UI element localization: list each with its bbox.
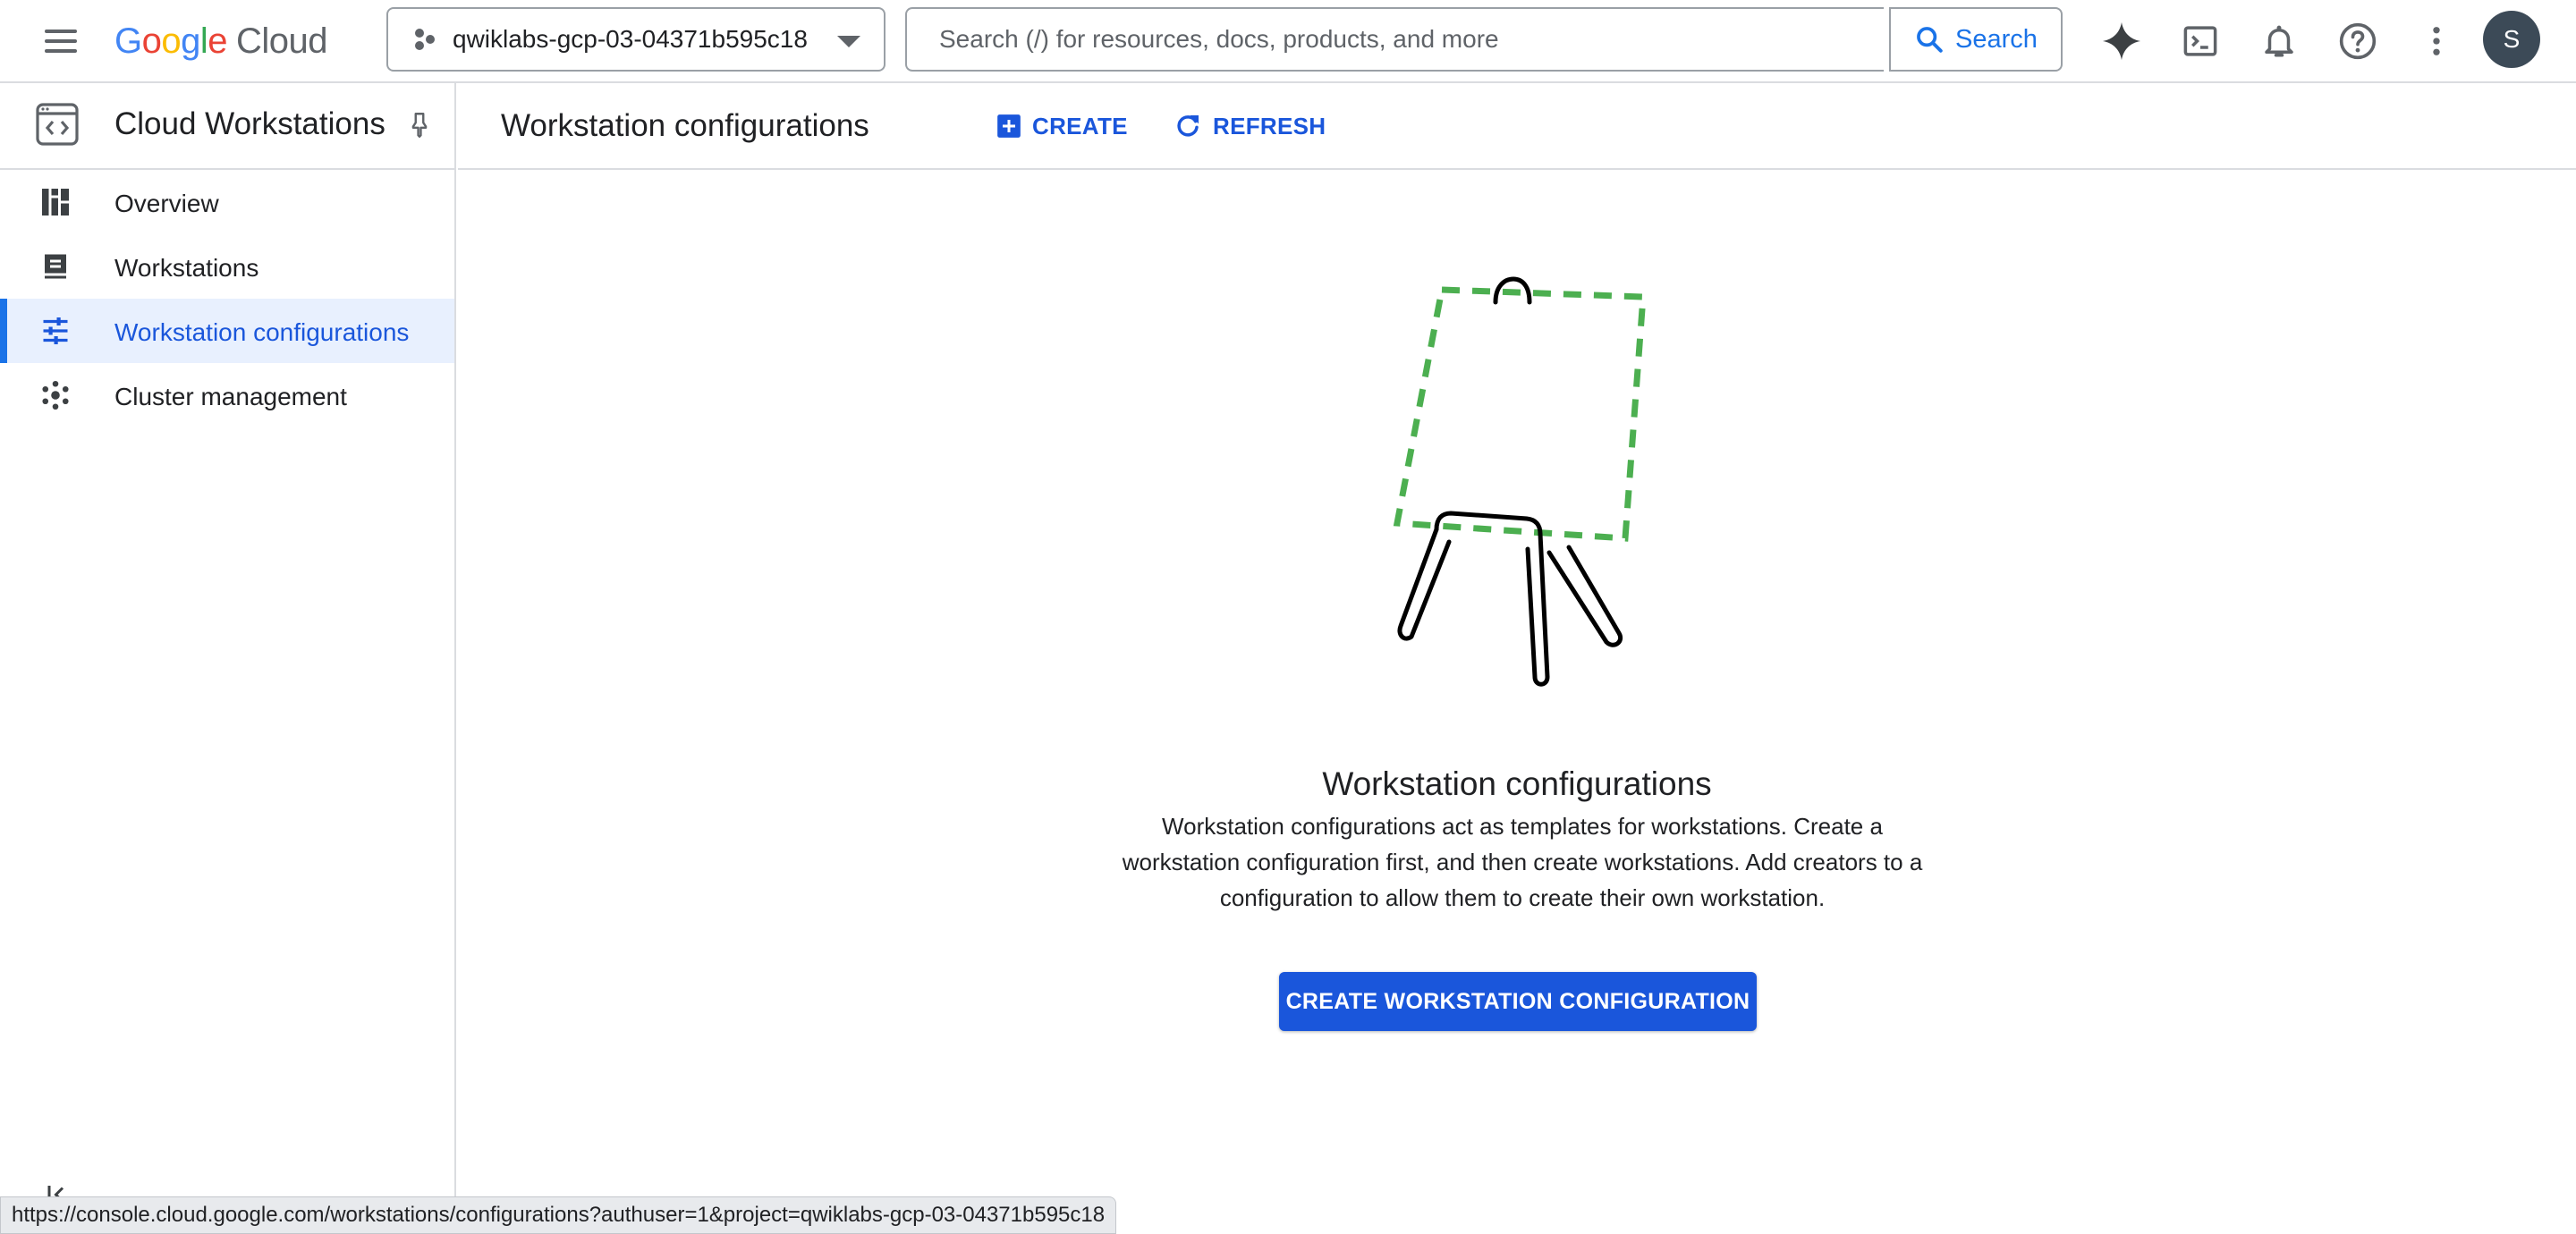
sidebar-item-label: Workstation configurations	[114, 318, 410, 346]
pin-icon[interactable]	[404, 110, 435, 140]
terminal-shape	[2183, 26, 2217, 56]
easel-canvas-dashed	[1393, 286, 1647, 542]
account-avatar[interactable]: S	[2483, 11, 2540, 68]
page-header: Workstation configurations CREATE REFRES…	[458, 83, 2576, 170]
page-title: Workstation configurations	[501, 108, 869, 143]
cloud-shell-icon[interactable]	[2179, 20, 2222, 63]
sidebar-header: Cloud Workstations	[0, 83, 454, 170]
search-input[interactable]	[939, 25, 1884, 54]
refresh-icon	[1177, 115, 1199, 137]
logo-letter: o	[161, 21, 182, 61]
create-workstation-configuration-button[interactable]: CREATE WORKSTATION CONFIGURATION	[1279, 972, 1757, 1031]
more-vert-icon[interactable]	[2415, 20, 2458, 63]
project-picker[interactable]: qwiklabs-gcp-03-04371b595c18	[386, 7, 886, 72]
cluster-icon	[42, 380, 69, 410]
empty-state-description: Workstation configurations act as templa…	[1122, 813, 1923, 911]
add-box-icon	[997, 114, 1021, 138]
main-menu-button[interactable]	[36, 21, 86, 61]
refresh-button[interactable]: REFRESH	[1174, 106, 1326, 146]
more-vert-shape	[2433, 27, 2440, 55]
empty-state-title: Workstation configurations	[1322, 765, 1712, 802]
sidebar-item-label: Overview	[114, 190, 219, 217]
search-field[interactable]	[905, 7, 1884, 72]
gemini-sparkle-icon[interactable]	[2100, 20, 2143, 63]
sidebar-nav: Overview Workstations Workstation config…	[0, 170, 454, 427]
search-button[interactable]: Search	[1889, 7, 2063, 72]
help-icon[interactable]	[2336, 20, 2379, 63]
logo-cloud-text: Cloud	[236, 21, 328, 61]
sidebar-item-overview[interactable]: Overview	[0, 170, 454, 234]
workstation-icon	[45, 254, 66, 279]
google-cloud-logo[interactable]: Google Cloud	[114, 18, 328, 64]
logo-letter: e	[208, 21, 228, 61]
hamburger-line	[45, 49, 77, 53]
logo-letter: g	[181, 21, 200, 61]
create-button-label: CREATE	[1032, 112, 1128, 139]
easel-middle-leg	[1525, 531, 1550, 687]
app-root: Google Cloud qwiklabs-gcp-03-04371b595c1…	[0, 0, 2576, 1234]
hamburger-line	[45, 39, 77, 43]
chevron-down-icon	[837, 36, 860, 47]
project-name: qwiklabs-gcp-03-04371b595c18	[453, 25, 808, 53]
sidebar-item-label: Workstations	[114, 254, 259, 282]
empty-state: Workstation configurations Workstation c…	[458, 170, 2576, 1154]
link-preview-statusbar: https://console.cloud.google.com/worksta…	[0, 1196, 1117, 1234]
logo-letter: l	[199, 21, 208, 61]
easel-illustration	[1393, 276, 1647, 687]
logo-letter: o	[141, 21, 162, 61]
sidebar-item-label: Cluster management	[114, 383, 347, 410]
dashboard-icon	[42, 189, 69, 216]
sidebar-item-workstations[interactable]: Workstations	[0, 234, 454, 299]
notifications-bell-icon[interactable]	[2258, 20, 2301, 63]
search-button-label: Search	[1955, 24, 2038, 54]
logo-letter: G	[114, 21, 142, 61]
create-button[interactable]: CREATE	[996, 106, 1128, 146]
project-dots-icon	[415, 29, 435, 50]
sidebar-item-workstation-configurations[interactable]: Workstation configurations	[0, 299, 454, 363]
easel-right-leg	[1546, 545, 1623, 647]
search-icon	[1917, 27, 1943, 53]
bell-shape	[2265, 25, 2293, 57]
refresh-button-label: REFRESH	[1213, 112, 1326, 139]
sidebar-item-cluster-management[interactable]: Cluster management	[0, 363, 454, 427]
tune-icon	[43, 317, 68, 344]
hamburger-line	[45, 30, 77, 33]
cloud-workstations-icon	[36, 103, 79, 146]
sparkle-shape	[2102, 21, 2141, 61]
top-bar: Google Cloud qwiklabs-gcp-03-04371b595c1…	[0, 0, 2576, 83]
easel-left-leg	[1397, 527, 1452, 641]
help-shape	[2339, 22, 2377, 60]
product-title: Cloud Workstations	[114, 106, 386, 141]
sidebar: Cloud Workstations Overview Workstations…	[0, 83, 456, 1234]
